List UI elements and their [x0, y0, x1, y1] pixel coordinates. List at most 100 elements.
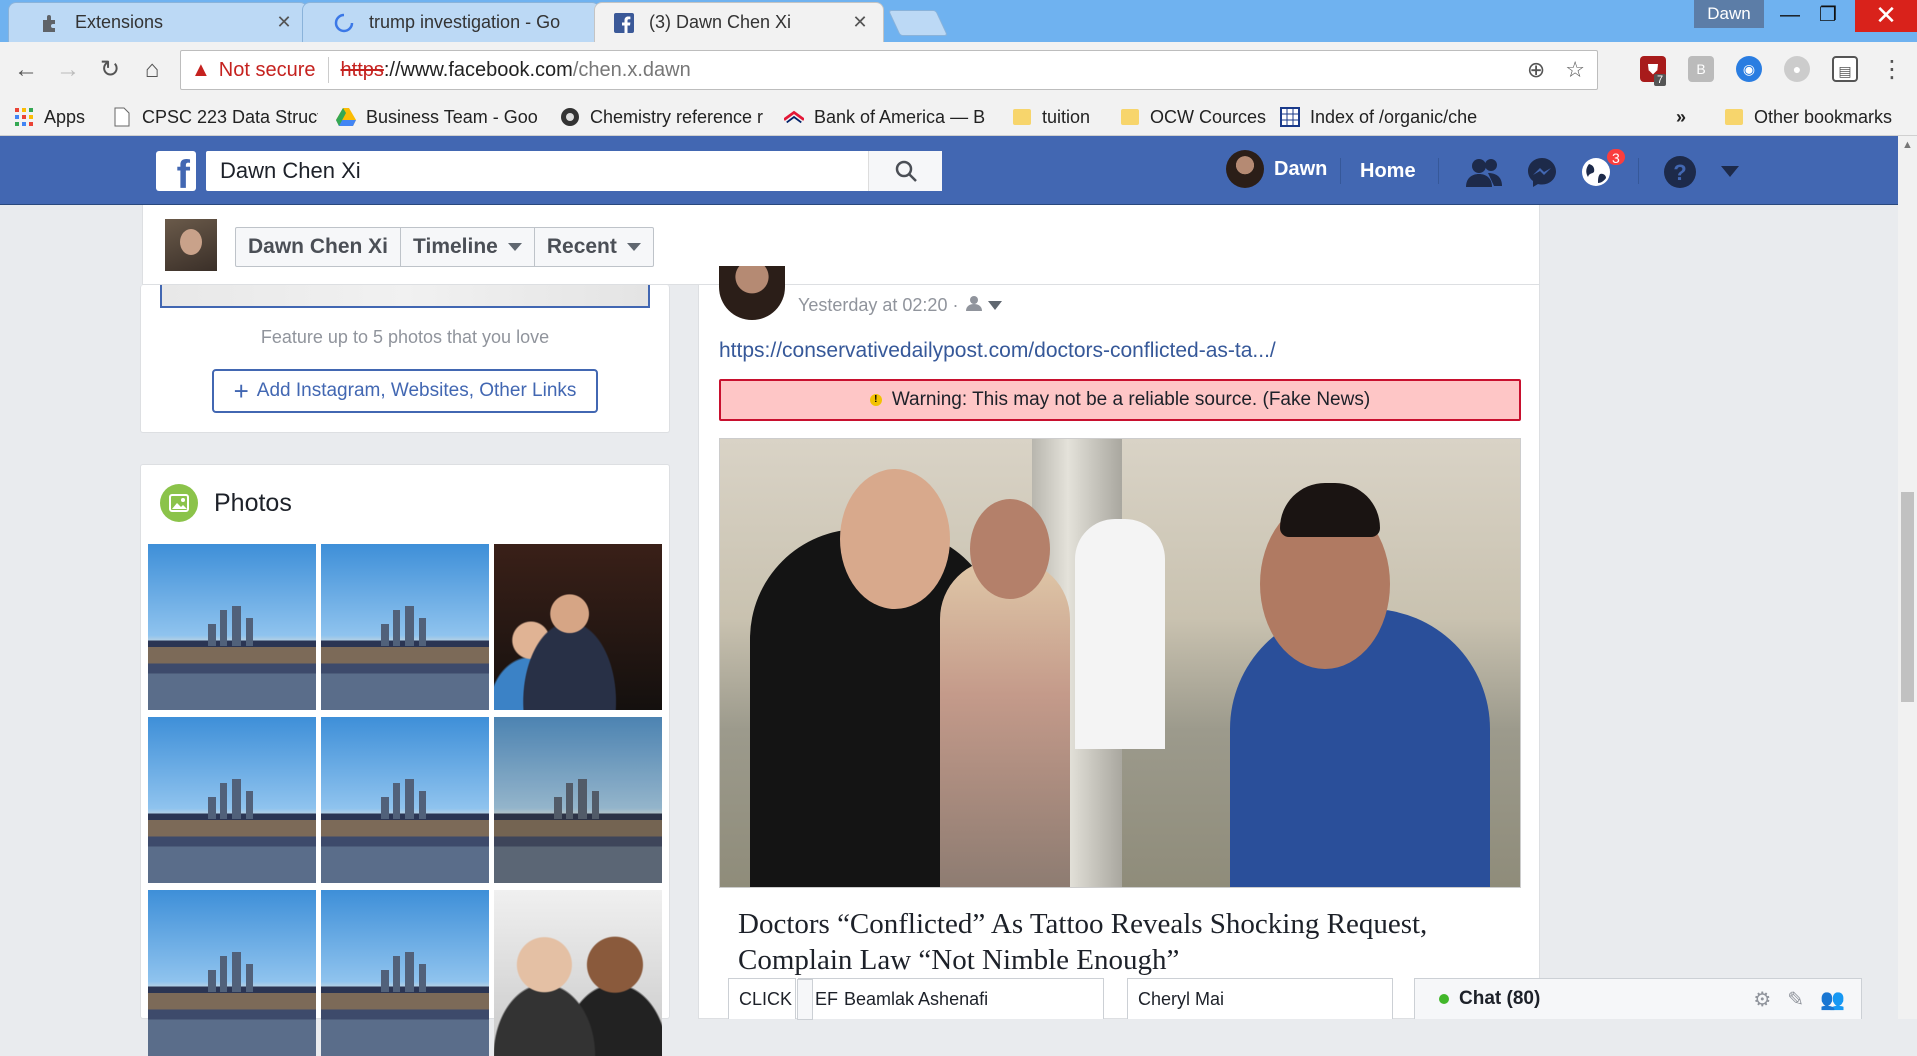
bookmark-index-organic[interactable]: Index of /organic/che: [1280, 104, 1486, 130]
photo-thumbnail[interactable]: [321, 717, 489, 883]
close-tab-icon[interactable]: ✕: [273, 12, 295, 33]
chat-extension-icon[interactable]: ◉: [1736, 56, 1762, 82]
security-indicator[interactable]: Not secure: [219, 59, 316, 82]
folder-icon: [1724, 107, 1744, 127]
chat-tab-beamlak[interactable]: EF Beamlak Ashenafi: [797, 978, 1104, 1020]
back-arrow-icon[interactable]: ←: [10, 54, 42, 86]
breadcrumb-profile-name[interactable]: Dawn Chen Xi: [236, 228, 402, 266]
post-link[interactable]: https://conservativedailypost.com/doctor…: [719, 339, 1276, 363]
photo-thumbnail[interactable]: [321, 890, 489, 1056]
messenger-icon[interactable]: [1524, 154, 1560, 190]
bookmark-cpsc[interactable]: CPSC 223 Data Struct: [112, 104, 318, 130]
article-title[interactable]: Doctors “Conflicted” As Tattoo Reveals S…: [738, 906, 1518, 978]
new-tab-button[interactable]: [887, 10, 949, 36]
address-bar[interactable]: ▲ Not secure https ://www.facebook.com /…: [180, 50, 1598, 90]
bookmark-apps[interactable]: Apps: [14, 104, 104, 130]
url-path: /chen.x.dawn: [572, 58, 691, 81]
photo-thumbnail[interactable]: [321, 544, 489, 710]
breadcrumb-timeline-dropdown[interactable]: Timeline: [401, 228, 535, 266]
chat-tab-cheryl[interactable]: Cheryl Mai: [1127, 978, 1393, 1019]
home-icon[interactable]: ⌂: [136, 54, 168, 86]
breadcrumb-label: Recent: [546, 235, 617, 258]
profile-link[interactable]: Dawn: [1226, 150, 1327, 188]
chat-label: Chat (80): [1459, 988, 1541, 1009]
friend-requests-icon[interactable]: [1466, 154, 1502, 190]
zoom-icon[interactable]: ⊕: [1527, 57, 1545, 83]
page-scrollbar[interactable]: ▲: [1898, 136, 1917, 1019]
photo-thumbnail[interactable]: [494, 717, 662, 883]
omnibox-actions: ⊕ ☆: [1527, 57, 1585, 83]
url-host: ://www.facebook.com: [383, 58, 573, 81]
bookmark-bank-of-america[interactable]: Bank of America — B: [784, 104, 990, 130]
avatar: [1226, 150, 1264, 188]
bookmark-label: Chemistry reference r: [590, 106, 764, 127]
search-button[interactable]: [868, 151, 942, 191]
bookmark-chemistry[interactable]: Chemistry reference r: [560, 104, 766, 130]
bookmark-star-icon[interactable]: ☆: [1565, 57, 1585, 83]
help-icon[interactable]: ?: [1662, 154, 1698, 190]
post-timestamp[interactable]: Yesterday at 02:20 ·: [798, 295, 1003, 316]
facebook-search-input[interactable]: Dawn Chen Xi: [206, 151, 942, 191]
bookmark-label: »: [1676, 106, 1687, 127]
article-image[interactable]: [719, 438, 1521, 888]
warning-icon: !: [869, 394, 882, 406]
bookmark-tuition[interactable]: tuition: [1012, 104, 1112, 130]
header-divider: [1638, 158, 1639, 184]
chat-tab-label: EF: [815, 988, 839, 1009]
image-figure: [940, 559, 1070, 887]
scroll-up-icon[interactable]: ▲: [1898, 136, 1917, 154]
speech-bubble-icon[interactable]: ●: [1784, 56, 1810, 82]
photo-thumbnail[interactable]: [148, 890, 316, 1056]
gear-icon[interactable]: ⚙: [1753, 987, 1771, 1012]
add-links-button[interactable]: + Add Instagram, Websites, Other Links: [212, 369, 598, 413]
compose-icon[interactable]: ✎: [1787, 987, 1804, 1012]
breadcrumb-label: Timeline: [413, 235, 498, 258]
puzzle-icon: [39, 12, 61, 34]
chat-tab-label: CLICK: [739, 988, 793, 1009]
reload-icon[interactable]: ↻: [94, 54, 126, 86]
facebook-header: f Dawn Chen Xi Dawn Home 3 ?: [0, 136, 1898, 205]
grid-icon: [1280, 107, 1300, 127]
menu-dots-icon[interactable]: ⋮: [1876, 54, 1908, 86]
profile-button[interactable]: Dawn: [1694, 0, 1764, 28]
facebook-logo-icon[interactable]: f: [156, 151, 196, 191]
calculator-icon[interactable]: ▤: [1832, 56, 1858, 82]
post-options-chevron-icon[interactable]: [988, 295, 1003, 316]
warning-triangle-icon: ▲: [191, 58, 211, 81]
audience-person-icon[interactable]: [966, 295, 983, 316]
avatar[interactable]: [165, 219, 217, 271]
chat-tab-separator: [797, 979, 813, 1020]
bookmark-label: Index of /organic/che: [1310, 106, 1478, 127]
scroll-thumb[interactable]: [1901, 492, 1914, 702]
forward-arrow-icon[interactable]: →: [52, 54, 84, 86]
chat-tools: ⚙ ✎ 👥: [1753, 987, 1845, 1012]
b-extension-icon[interactable]: B: [1688, 56, 1714, 82]
photo-thumbnail[interactable]: [148, 544, 316, 710]
account-menu-chevron-icon[interactable]: [1712, 154, 1748, 190]
omnibox-divider: [327, 57, 329, 83]
bookmark-business-team[interactable]: Business Team - Goo: [336, 104, 542, 130]
photo-thumbnail[interactable]: [494, 890, 662, 1056]
photos-title[interactable]: Photos: [214, 489, 292, 518]
restore-icon[interactable]: ❐: [1806, 0, 1850, 32]
tab-facebook[interactable]: (3) Dawn Chen Xi ✕: [594, 2, 884, 42]
photo-thumbnail[interactable]: [494, 544, 662, 710]
chat-tab-click[interactable]: CLICK: [728, 978, 796, 1019]
featured-photos-strip[interactable]: [160, 285, 650, 308]
bookmark-ocw[interactable]: OCW Cources: [1120, 104, 1270, 130]
home-link[interactable]: Home: [1360, 160, 1416, 183]
bookmark-label: CPSC 223 Data Struct: [142, 106, 318, 127]
more-bookmarks-chevron[interactable]: »: [1676, 104, 1696, 130]
bookmark-other[interactable]: Other bookmarks: [1724, 104, 1914, 130]
group-chat-icon[interactable]: 👥: [1820, 987, 1845, 1012]
close-tab-icon[interactable]: ✕: [849, 12, 871, 33]
svg-text:?: ?: [1673, 160, 1686, 185]
close-window-icon[interactable]: ✕: [1855, 0, 1917, 32]
tab-trump-investigation[interactable]: trump investigation - Go: [302, 2, 600, 42]
chat-sidebar-toggle[interactable]: Chat (80) ⚙ ✎ 👥: [1414, 978, 1862, 1019]
photo-thumbnail[interactable]: [148, 717, 316, 883]
tab-extensions[interactable]: Extensions ✕: [8, 2, 308, 42]
breadcrumb-recent-dropdown[interactable]: Recent: [535, 228, 653, 266]
loading-spinner-icon: [333, 12, 355, 34]
browser-toolbar: ← → ↻ ⌂ ▲ Not secure https ://www.facebo…: [0, 42, 1917, 98]
